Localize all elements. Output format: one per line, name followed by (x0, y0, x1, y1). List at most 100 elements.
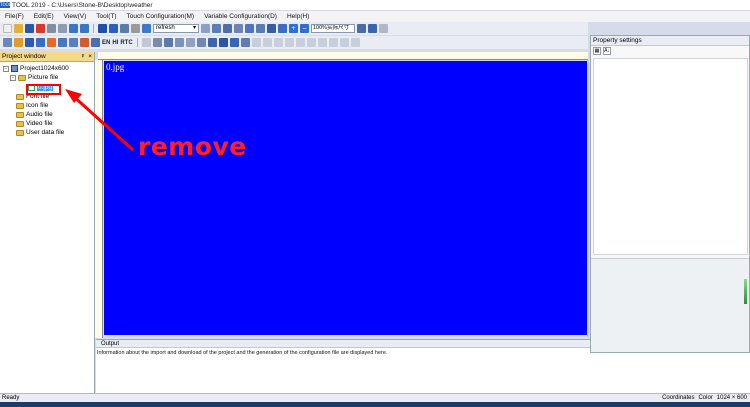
status-size: 1024 × 600 (716, 395, 747, 401)
same-height-icon[interactable] (317, 38, 327, 47)
refresh-select[interactable]: refresh ▾ (153, 24, 199, 33)
layout-icon[interactable] (368, 24, 377, 33)
new-file-icon[interactable] (3, 24, 12, 33)
align-top-icon[interactable] (273, 38, 283, 47)
menu-file[interactable]: File(F) (0, 13, 29, 20)
zoom-tool-icon[interactable] (267, 24, 276, 33)
redo-icon[interactable] (80, 24, 89, 33)
select-control-icon[interactable] (91, 38, 100, 47)
menu-view[interactable]: View(V) (59, 13, 92, 20)
tree-icon-folder[interactable]: Icon file (16, 102, 48, 109)
pen-icon[interactable] (278, 24, 287, 33)
compile-icon[interactable] (212, 24, 221, 33)
align-right-icon[interactable] (262, 38, 272, 47)
save-icon[interactable] (25, 24, 34, 33)
button-control-icon[interactable] (14, 38, 23, 47)
layer-up-icon[interactable] (339, 38, 349, 47)
open-folder-icon[interactable] (14, 24, 23, 33)
page-tool-icon[interactable] (109, 24, 118, 33)
paste-icon[interactable] (58, 24, 67, 33)
design-canvas[interactable]: 0.jpg (104, 61, 587, 335)
data-input-icon[interactable] (69, 38, 78, 47)
menu-variable-configuration[interactable]: Variable Configuration(D) (199, 13, 282, 20)
return-control-icon[interactable] (25, 38, 34, 47)
folder-icon (16, 129, 24, 136)
curve-icon[interactable] (218, 38, 228, 47)
text-input-icon[interactable] (80, 38, 89, 47)
zoom-out-icon[interactable]: − (300, 24, 309, 33)
project-window-header: Project window ᵖ × (0, 52, 94, 62)
hi-control-label[interactable]: HI (112, 40, 118, 46)
menu-tool[interactable]: Tool(T) (91, 13, 121, 20)
align-left-icon[interactable] (251, 38, 261, 47)
increment-control-icon[interactable] (47, 38, 56, 47)
close-icon[interactable]: × (88, 53, 92, 60)
status-coordinates: Coordinates (662, 395, 695, 401)
copy-icon[interactable] (47, 24, 56, 33)
keyboard-control-icon[interactable] (58, 38, 67, 47)
menu-help[interactable]: Help(H) (282, 13, 314, 20)
dropdown-arrow-icon[interactable] (379, 24, 388, 33)
export-icon[interactable] (256, 24, 265, 33)
distribute-icon[interactable] (328, 38, 338, 47)
status-color: Color (698, 395, 713, 401)
tree-video-folder[interactable]: Video file (16, 120, 53, 127)
folder-icon (16, 93, 24, 100)
collapse-icon[interactable]: − (10, 74, 16, 81)
zoom-select[interactable]: 100%实际尺寸 (311, 24, 355, 33)
rtc-control-label[interactable]: RTC (120, 40, 132, 46)
tree-audio-folder[interactable]: Audio file (16, 111, 53, 118)
fit-screen-icon[interactable] (357, 24, 366, 33)
toolbar-separator (136, 38, 138, 47)
slider-control-icon[interactable] (36, 38, 45, 47)
green-indicator (744, 279, 747, 304)
progress-icon[interactable] (229, 38, 239, 47)
folder-icon (16, 111, 24, 118)
user-data-folder-label: User data file (26, 129, 65, 136)
refresh-select-value: refresh (156, 25, 175, 31)
cut-icon[interactable] (36, 24, 45, 33)
icon-variable-icon[interactable] (163, 38, 173, 47)
animation-icon[interactable] (174, 38, 184, 47)
collapse-icon[interactable]: − (3, 65, 9, 72)
property-settings-panel: Property settings ▦ A↓ (590, 35, 750, 353)
link-tool-icon[interactable] (120, 24, 129, 33)
zoom-value: 100%实际尺寸 (313, 25, 350, 31)
menu-touch-configuration[interactable]: Touch Configuration(M) (122, 13, 200, 20)
align-center-icon[interactable] (295, 38, 305, 47)
property-settings-title: Property settings (591, 36, 749, 46)
settings-tool-icon[interactable] (131, 24, 140, 33)
import-icon[interactable] (201, 24, 210, 33)
tree-user-data-folder[interactable]: User data file (16, 129, 64, 136)
touch-control-icon[interactable] (3, 38, 12, 47)
pin-icon[interactable]: ᵖ (82, 53, 84, 60)
canvas-scrollbar[interactable] (587, 60, 589, 338)
image-icon[interactable] (245, 24, 254, 33)
qr-code-icon[interactable] (207, 38, 217, 47)
zoom-in-icon[interactable]: + (289, 24, 298, 33)
categorized-icon[interactable]: ▦ (593, 47, 601, 55)
variable-icon[interactable] (141, 38, 151, 47)
undo-icon[interactable] (69, 24, 78, 33)
icon-folder-label: Icon file (26, 102, 49, 109)
language-control-label[interactable]: EN (102, 40, 110, 46)
property-description (591, 258, 749, 352)
menu-edit[interactable]: Edit(E) (29, 13, 59, 20)
clock-icon[interactable] (196, 38, 206, 47)
picture-tool-icon[interactable] (98, 24, 107, 33)
project-icon (11, 65, 18, 72)
slider-display-icon[interactable] (240, 38, 250, 47)
download-icon[interactable] (223, 24, 232, 33)
tree-root[interactable]: − Project1024x600 (3, 65, 69, 72)
preview-icon[interactable] (234, 24, 243, 33)
text-display-icon[interactable] (185, 38, 195, 47)
tree-picture-folder[interactable]: − Picture file (10, 74, 58, 81)
data-variable-icon[interactable] (152, 38, 162, 47)
sort-alpha-icon[interactable]: A↓ (603, 47, 611, 55)
refresh-icon[interactable] (142, 24, 151, 33)
align-bottom-icon[interactable] (284, 38, 294, 47)
property-grid[interactable] (593, 58, 748, 255)
toolbar-separator (93, 24, 94, 33)
layer-down-icon[interactable] (350, 38, 360, 47)
same-width-icon[interactable] (306, 38, 316, 47)
